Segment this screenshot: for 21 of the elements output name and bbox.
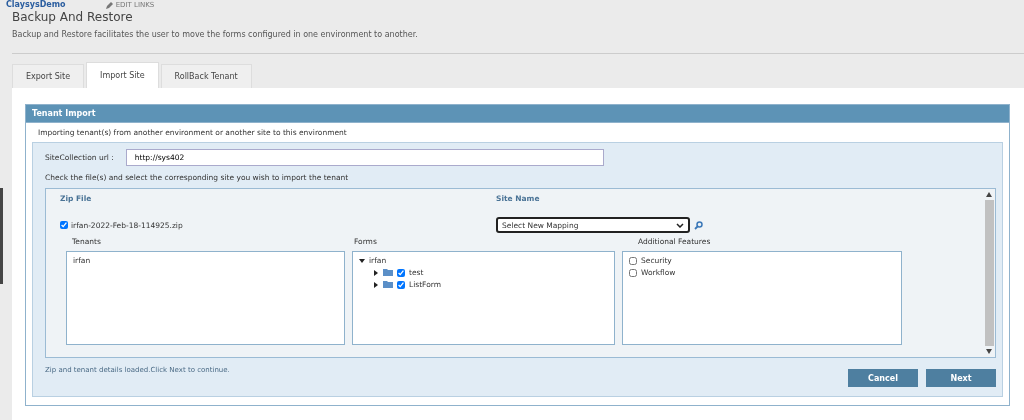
- search-icon[interactable]: [694, 220, 703, 230]
- caret-down-icon[interactable]: [359, 257, 365, 264]
- checkbox[interactable]: [629, 256, 637, 265]
- checkbox[interactable]: [629, 268, 637, 277]
- action-button[interactable]: Cancel: [848, 369, 918, 387]
- tab[interactable]: RollBack Tenant: [160, 64, 252, 88]
- scroll-down-icon[interactable]: [986, 349, 992, 354]
- action-button[interactable]: Next: [926, 369, 996, 387]
- side-handle[interactable]: [0, 188, 3, 284]
- checkbox[interactable]: [397, 268, 405, 277]
- page-title: Backup And Restore: [11, 10, 134, 24]
- tab[interactable]: Import Site: [86, 62, 159, 88]
- tab[interactable]: Export Site: [12, 64, 85, 88]
- scroll-up-icon[interactable]: [986, 192, 992, 197]
- checkbox[interactable]: [397, 280, 405, 289]
- chevron-down-icon: [676, 222, 684, 228]
- pencil-icon: [105, 1, 113, 9]
- checkbox[interactable]: [60, 221, 68, 229]
- panel-title: Tenant Import: [26, 105, 1009, 123]
- page-description: Backup and Restore facilitates the user to move the forms configured in one environment to another.: [12, 24, 1024, 54]
- site-link[interactable]: ClaysysDemo: [6, 0, 66, 10]
